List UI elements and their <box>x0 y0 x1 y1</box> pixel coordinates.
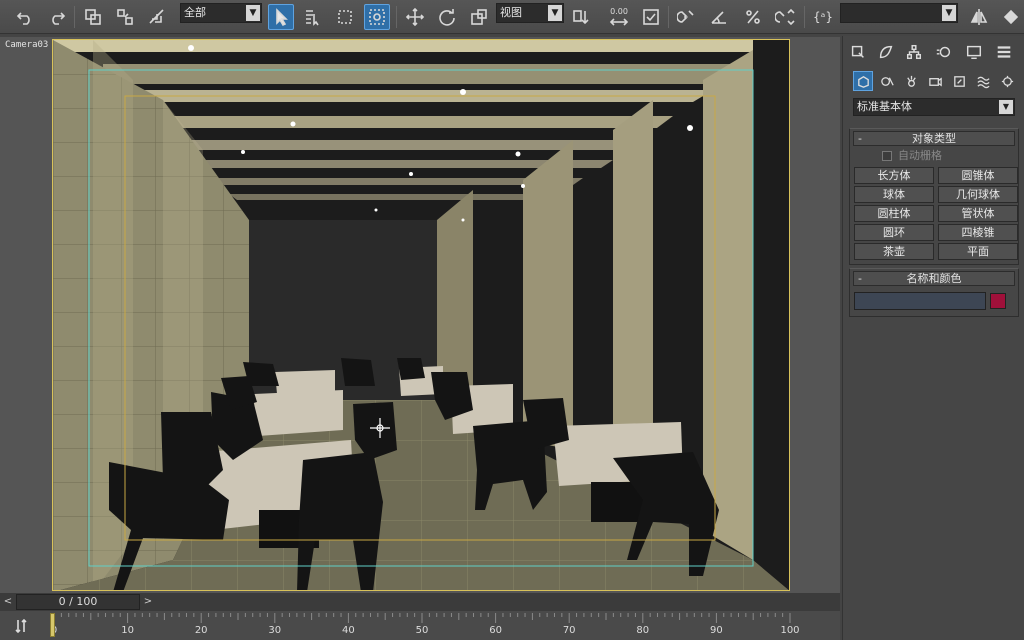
select-object-icon[interactable] <box>268 4 294 30</box>
plane-button[interactable]: 平面 <box>938 243 1018 260</box>
main-toolbar: 全部 ▼ 视图 ▼ 0.00 {ᵃ} ▼ <box>0 0 1024 34</box>
ruler-tick-label: 70 <box>562 625 576 636</box>
torus-button[interactable]: 圆环 <box>854 224 934 241</box>
create-subtabs <box>843 70 1024 94</box>
object-name-input[interactable] <box>854 292 986 310</box>
named-selection-dropdown[interactable]: ▼ <box>840 3 958 23</box>
checkbox-icon <box>882 151 892 161</box>
cone-button[interactable]: 圆锥体 <box>938 167 1018 184</box>
reference-coord-value: 视图 <box>500 6 522 19</box>
edit-named-selection-icon[interactable]: {ᵃ} <box>810 4 836 30</box>
max-window: 全部 ▼ 视图 ▼ 0.00 {ᵃ} ▼ Camera03 标准基本体 ▼ - … <box>0 0 1024 640</box>
autogrid-label: 自动栅格 <box>898 149 942 162</box>
object-color-swatch[interactable] <box>990 293 1006 309</box>
ruler-tick-label: 10 <box>121 625 134 636</box>
shapes-icon[interactable] <box>877 71 897 91</box>
autogrid-checkbox[interactable]: 自动栅格 <box>882 148 1018 164</box>
selection-filter-dropdown[interactable]: 全部 ▼ <box>180 3 262 23</box>
ruler-tick-label: 20 <box>194 625 208 636</box>
ruler-tick-label: 90 <box>710 625 723 636</box>
align-icon[interactable] <box>998 4 1024 30</box>
time-prev-button[interactable]: < <box>2 595 14 609</box>
primitive-category-dropdown[interactable]: 标准基本体 ▼ <box>853 98 1015 116</box>
chevron-down-icon: ▼ <box>942 5 956 21</box>
unlink-icon[interactable] <box>112 4 138 30</box>
rotate-icon[interactable] <box>434 4 460 30</box>
command-panel-tabs <box>843 38 1024 66</box>
window-crossing-icon[interactable] <box>364 4 390 30</box>
pyramid-button[interactable]: 四棱锥 <box>938 224 1018 241</box>
systems-icon[interactable] <box>997 71 1017 91</box>
ruler-tick-label: 40 <box>342 625 355 636</box>
time-slider-thumb[interactable]: 0 / 100 <box>16 594 140 610</box>
utilities-tab-icon[interactable] <box>993 41 1015 63</box>
display-tab-icon[interactable] <box>963 41 985 63</box>
snap-value-readout[interactable]: 0.00 <box>604 4 634 30</box>
select-by-name-icon[interactable] <box>300 4 326 30</box>
angle-snap-icon[interactable] <box>706 4 732 30</box>
name-color-header[interactable]: - 名称和颜色 <box>853 271 1015 286</box>
track-bar[interactable]: 0102030405060708090100 <box>0 611 840 640</box>
spinner-snap-icon[interactable] <box>772 4 798 30</box>
ruler-tick-label: 80 <box>636 625 650 636</box>
primitive-category-value: 标准基本体 <box>857 100 912 113</box>
object-type-header[interactable]: - 对象类型 <box>853 131 1015 146</box>
mirror-icon[interactable] <box>966 4 992 30</box>
tube-button[interactable]: 管状体 <box>938 205 1018 222</box>
ruler-tick-label: 60 <box>489 625 502 636</box>
undo-icon[interactable] <box>12 4 38 30</box>
pivot-center-icon[interactable] <box>568 4 594 30</box>
name-color-rollout: - 名称和颜色 <box>849 268 1019 317</box>
hierarchy-tab-icon[interactable] <box>903 41 925 63</box>
motion-tab-icon[interactable] <box>933 41 955 63</box>
create-tab-icon[interactable] <box>847 41 869 63</box>
teapot-button[interactable]: 茶壶 <box>854 243 934 260</box>
cylinder-button[interactable]: 圆柱体 <box>854 205 934 222</box>
object-type-rollout: - 对象类型 自动栅格 长方体 圆锥体 球体 几何球体 圆柱体 管状体 圆环 四… <box>849 128 1019 265</box>
frame-ruler[interactable]: 0102030405060708090100 <box>50 611 800 640</box>
chevron-down-icon: ▼ <box>246 5 260 21</box>
curve-editor-icon[interactable] <box>10 615 32 637</box>
primitive-buttons: 长方体 圆锥体 球体 几何球体 圆柱体 管状体 圆环 四棱锥 茶壶 平面 <box>850 166 1018 264</box>
ruler-tick-label: 30 <box>268 625 282 636</box>
time-slider[interactable]: < 0 / 100 > <box>0 593 840 611</box>
scene-drawing <box>53 40 789 590</box>
keyboard-shortcut-icon[interactable] <box>638 4 664 30</box>
object-type-title: 对象类型 <box>912 132 956 145</box>
ruler-tick-label: 50 <box>415 625 429 636</box>
collapse-icon: - <box>858 132 862 145</box>
selection-filter-value: 全部 <box>184 6 206 19</box>
chevron-down-icon: ▼ <box>548 5 562 21</box>
reference-coord-dropdown[interactable]: 视图 ▼ <box>496 3 564 23</box>
name-color-row <box>850 288 1018 316</box>
percent-snap-icon[interactable] <box>740 4 766 30</box>
box-button[interactable]: 长方体 <box>854 167 934 184</box>
modify-tab-icon[interactable] <box>875 41 897 63</box>
geometry-icon[interactable] <box>853 71 873 91</box>
snap-toggle-icon[interactable] <box>674 4 700 30</box>
collapse-icon: - <box>858 272 862 285</box>
geosphere-button[interactable]: 几何球体 <box>938 186 1018 203</box>
redo-icon[interactable] <box>44 4 70 30</box>
bind-spacewarp-icon[interactable] <box>144 4 170 30</box>
snap-value: 0.00 <box>610 7 628 16</box>
camera-viewport[interactable]: Camera03 <box>0 37 840 593</box>
viewport-label[interactable]: Camera03 <box>5 40 48 50</box>
current-frame-marker[interactable] <box>50 613 55 637</box>
helpers-icon[interactable] <box>949 71 969 91</box>
scale-icon[interactable] <box>466 4 492 30</box>
sphere-button[interactable]: 球体 <box>854 186 934 203</box>
select-link-icon[interactable] <box>80 4 106 30</box>
command-panel: 标准基本体 ▼ - 对象类型 自动栅格 长方体 圆锥体 球体 几何球体 圆柱体 … <box>842 36 1024 640</box>
chevron-down-icon: ▼ <box>999 100 1013 114</box>
ruler-tick-label: 100 <box>780 625 800 636</box>
move-icon[interactable] <box>402 4 428 30</box>
rendered-scene[interactable] <box>52 39 790 591</box>
time-next-button[interactable]: > <box>142 595 154 609</box>
lights-icon[interactable] <box>901 71 921 91</box>
cameras-icon[interactable] <box>925 71 945 91</box>
spacewarps-icon[interactable] <box>973 71 993 91</box>
name-color-title: 名称和颜色 <box>906 272 962 285</box>
rect-selection-region-icon[interactable] <box>332 4 358 30</box>
